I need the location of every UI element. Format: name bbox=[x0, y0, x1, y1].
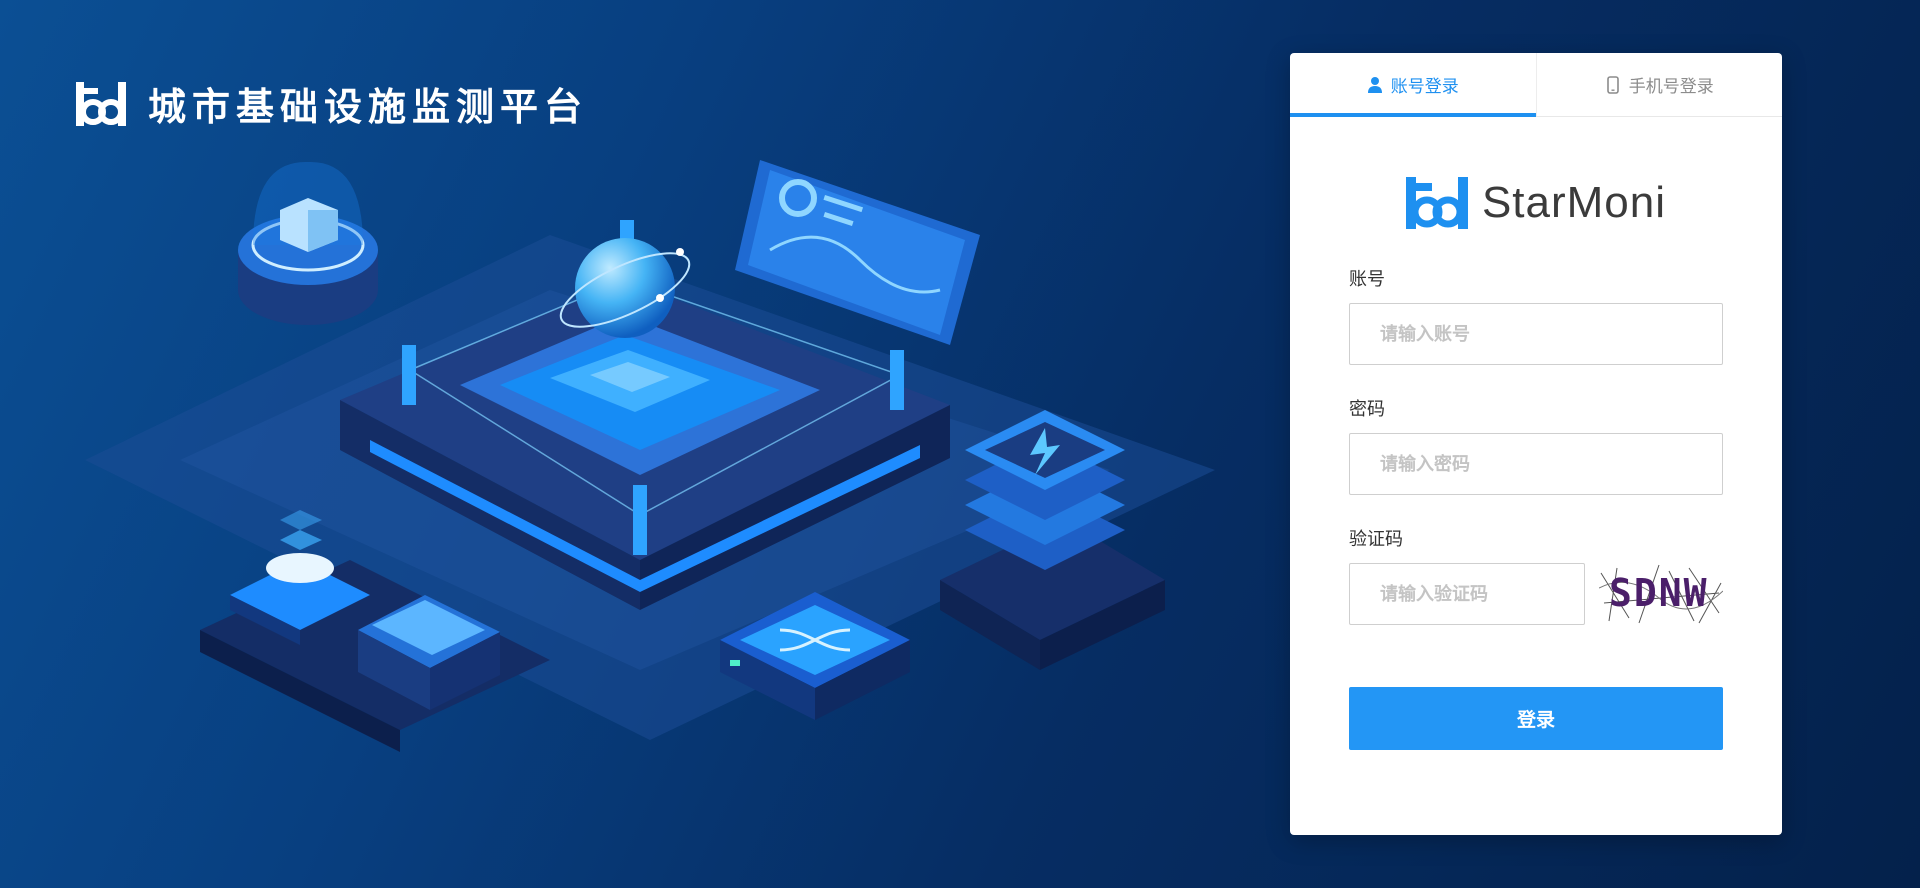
bd-logo-icon bbox=[1405, 177, 1468, 229]
tab-phone-login[interactable]: 手机号登录 bbox=[1535, 53, 1783, 116]
password-field-group: 密码 bbox=[1349, 395, 1723, 495]
login-panel: 账号登录 手机号登录 StarMoni 账号 密码 验 bbox=[1290, 53, 1782, 835]
captcha-image[interactable]: SDNW bbox=[1599, 563, 1723, 625]
tab-account-login[interactable]: 账号登录 bbox=[1290, 53, 1536, 117]
firewall-dome bbox=[238, 161, 378, 325]
password-input[interactable] bbox=[1349, 433, 1723, 495]
account-input[interactable] bbox=[1349, 303, 1723, 365]
platform-brand: 城市基础设施监测平台 bbox=[76, 76, 588, 131]
captcha-row: SDNW bbox=[1349, 563, 1723, 625]
isometric-illustration bbox=[85, 160, 1215, 752]
captcha-text: SDNW bbox=[1609, 571, 1709, 615]
user-icon bbox=[1367, 76, 1382, 93]
login-tabs: 账号登录 手机号登录 bbox=[1290, 53, 1782, 117]
tab-phone-login-label: 手机号登录 bbox=[1628, 77, 1714, 97]
login-button[interactable]: 登录 bbox=[1349, 687, 1723, 750]
captcha-label: 验证码 bbox=[1349, 529, 1403, 550]
platform-title: 城市基础设施监测平台 bbox=[148, 85, 589, 129]
brand-logo-row: StarMoni bbox=[1290, 177, 1782, 229]
account-field-group: 账号 bbox=[1349, 265, 1723, 365]
mobile-phone-icon bbox=[1606, 75, 1619, 94]
captcha-input[interactable] bbox=[1349, 563, 1585, 625]
password-label: 密码 bbox=[1349, 399, 1385, 420]
bd-logo-icon bbox=[76, 81, 126, 126]
tab-account-login-label: 账号登录 bbox=[1390, 77, 1459, 97]
captcha-field-group: 验证码 SDNW bbox=[1349, 525, 1723, 625]
brand-name: StarMoni bbox=[1481, 178, 1667, 227]
account-label: 账号 bbox=[1349, 269, 1385, 290]
login-form: 账号 密码 验证码 SDNW 登录 bbox=[1290, 265, 1782, 750]
